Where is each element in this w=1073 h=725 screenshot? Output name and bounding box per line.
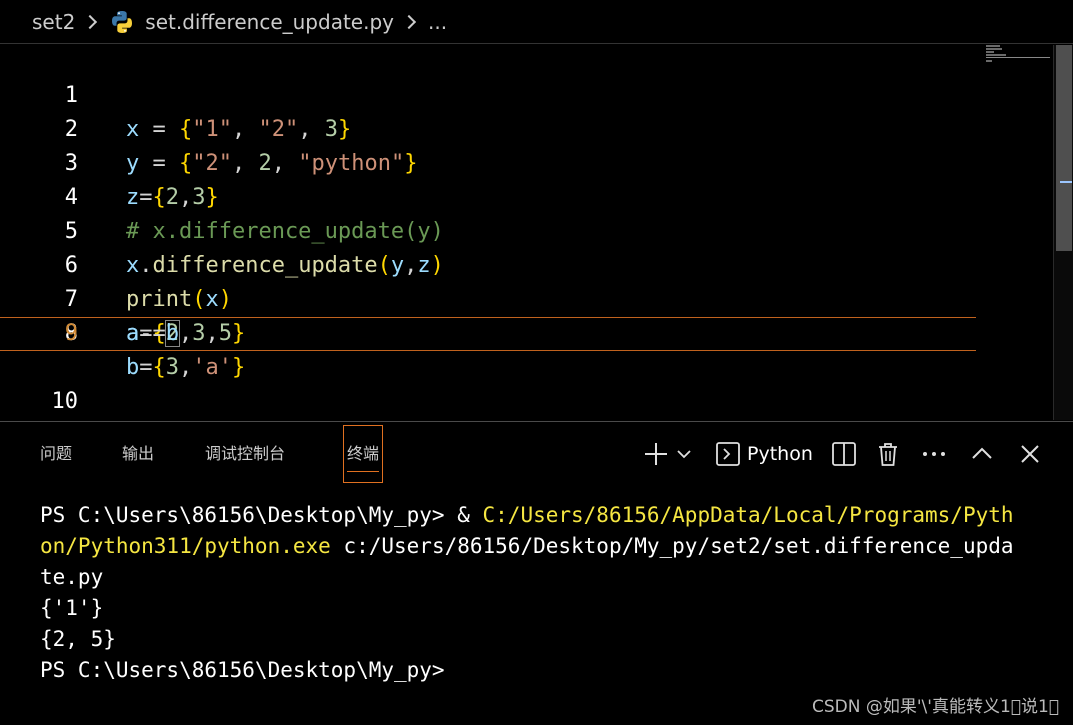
minimap[interactable] xyxy=(984,45,1052,420)
breadcrumb-more[interactable]: ... xyxy=(428,10,447,34)
split-terminal-button[interactable] xyxy=(829,432,859,476)
chevron-down-icon xyxy=(677,450,691,459)
plus-icon xyxy=(645,443,667,465)
split-icon xyxy=(832,442,856,466)
scrollbar-thumb[interactable] xyxy=(1056,45,1072,251)
terminal-profile-name: Python xyxy=(747,443,813,465)
kill-terminal-button[interactable] xyxy=(873,432,903,476)
more-actions-button[interactable] xyxy=(919,432,949,476)
bottom-panel: 问题 输出 调试控制台 终端 Python PS C:\Users\86156\… xyxy=(0,421,1073,725)
terminal-dropdown-button[interactable] xyxy=(673,432,695,476)
terminal-output[interactable]: PS C:\Users\86156\Desktop\My_py> & C:/Us… xyxy=(40,500,1050,686)
panel-actions: Python xyxy=(633,432,1073,476)
chevron-right-icon xyxy=(83,14,98,29)
close-icon xyxy=(1021,445,1039,463)
chevron-right-icon xyxy=(401,14,417,29)
minimap-row xyxy=(986,45,1000,47)
close-panel-button[interactable] xyxy=(1015,432,1045,476)
code-line: 2 y = {"2", 2, "python"} xyxy=(0,79,976,176)
terminal-line: on/Python311/python.exe c:/Users/86156/D… xyxy=(40,531,1050,562)
watermark: CSDN @如果'\'真能转义1 说1  xyxy=(812,697,1059,717)
code-token: b xyxy=(164,320,181,347)
breadcrumb-folder[interactable]: set2 xyxy=(32,10,75,34)
code-token: a xyxy=(126,321,140,346)
code-token: -= xyxy=(139,321,166,346)
terminal-line: te.py xyxy=(40,565,104,589)
ellipsis-icon xyxy=(923,452,945,456)
trash-icon xyxy=(879,443,897,466)
line-number: 10 xyxy=(51,389,79,414)
tab-output[interactable]: 输出 xyxy=(119,426,157,482)
minimap-row xyxy=(986,54,1006,56)
tab-terminal[interactable]: 终端 xyxy=(342,425,384,483)
code-editor[interactable]: 1 x = {"1", "2", 3} 2 y = {"2", 2, "pyth… xyxy=(0,45,1073,448)
line-number: 9 xyxy=(64,321,78,346)
tab-problems[interactable]: 问题 xyxy=(37,426,75,482)
code-line: 10 print(a) xyxy=(0,351,976,448)
terminal-exe-path: C:/Users/86156/AppData/Local/Programs/Py… xyxy=(482,503,1014,527)
maximize-panel-button[interactable] xyxy=(967,432,997,476)
breadcrumb-file[interactable]: set.difference_update.py xyxy=(145,10,394,34)
minimap-row xyxy=(986,48,1002,50)
terminal-line: PS C:\Users\86156\Desktop\My_py> & C:/Us… xyxy=(40,500,1050,531)
code-line: 5 x.difference_update(y,z) xyxy=(0,181,976,278)
terminal-profile-icon-button[interactable] xyxy=(713,432,743,476)
terminal-icon xyxy=(716,442,740,466)
new-terminal-button[interactable] xyxy=(641,432,671,476)
terminal-script-path: c:/Users/86156/Desktop/My_py/set2/set.di… xyxy=(330,534,1014,558)
breadcrumb: set2 set.difference_update.py ... xyxy=(0,0,1073,44)
terminal-line: {2, 5} xyxy=(40,627,116,651)
code-line: 3 z={2,3} xyxy=(0,113,976,210)
tab-debug-console[interactable]: 调试控制台 xyxy=(202,426,288,482)
line-code: a-=b xyxy=(126,317,181,351)
terminal-exe-path: on/Python311/python.exe xyxy=(40,534,331,558)
python-file-icon xyxy=(109,9,135,35)
code-line: 6 print(x) xyxy=(0,215,976,312)
minimap-row xyxy=(986,60,992,62)
terminal-profile-label[interactable]: Python xyxy=(747,432,813,476)
terminal-line: {'1'} xyxy=(40,596,104,620)
editor-scrollbar[interactable] xyxy=(1053,45,1073,420)
minimap-row xyxy=(986,57,1050,58)
code-line: 8 b={3,'a'} xyxy=(0,283,976,380)
current-code-line: 9 a-=b xyxy=(0,317,976,351)
code-line: 1 x = {"1", "2", 3} xyxy=(0,45,976,142)
terminal-prompt: PS C:\Users\86156\Desktop\My_py> & xyxy=(40,503,483,527)
code-line: 7 a={2,3,5} xyxy=(0,249,976,346)
terminal-line: PS C:\Users\86156\Desktop\My_py> xyxy=(40,658,445,682)
minimap-row xyxy=(986,51,994,53)
scrollbar-cursor-marker xyxy=(1060,181,1072,183)
code-line: 4 # x.difference_update(y) xyxy=(0,147,976,244)
chevron-up-icon xyxy=(972,447,992,459)
